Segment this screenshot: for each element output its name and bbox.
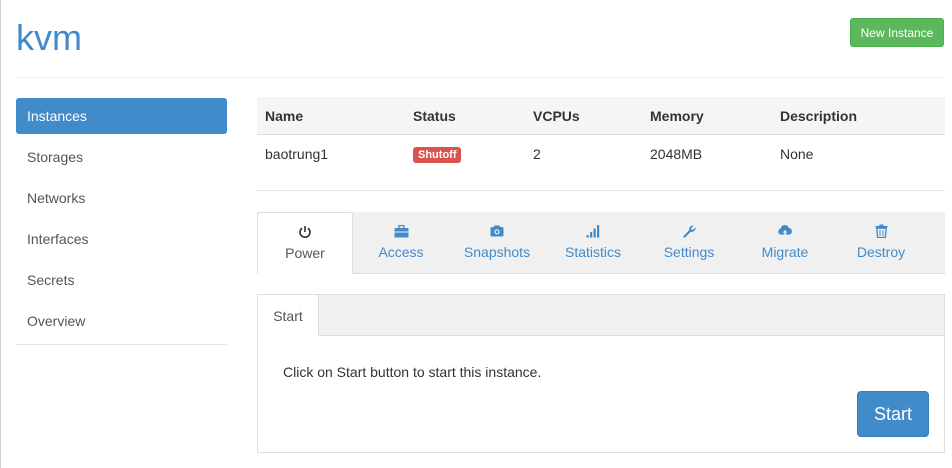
app-title: kvm — [16, 17, 82, 58]
tab-statistics-label: Statistics — [564, 244, 621, 260]
camera-icon — [488, 222, 506, 240]
sidebar-item-storages[interactable]: Storages — [16, 139, 227, 175]
tab-snapshots-label: Snapshots — [463, 244, 531, 260]
wrench-icon — [680, 222, 698, 240]
tab-snapshots[interactable]: Snapshots — [449, 212, 545, 273]
tab-migrate-label: Migrate — [761, 244, 809, 260]
tab-settings[interactable]: Settings — [641, 212, 737, 273]
instance-action-tabs: Power Access Snapshots Statistics Settin… — [257, 212, 945, 274]
instance-status-cell: Shutoff — [405, 135, 525, 174]
signal-icon — [584, 222, 602, 240]
sidebar-divider — [16, 344, 227, 345]
power-panel-tabs: Start — [258, 295, 944, 336]
status-badge: Shutoff — [413, 147, 462, 163]
tab-destroy-label: Destroy — [856, 244, 906, 260]
sidebar-item-instances[interactable]: Instances — [16, 98, 227, 134]
sidebar-item-overview[interactable]: Overview — [16, 303, 227, 339]
header-divider — [16, 77, 944, 78]
power-icon — [296, 223, 314, 241]
start-instructions: Click on Start button to start this inst… — [283, 364, 542, 380]
tab-settings-label: Settings — [663, 244, 715, 260]
instance-name: baotrung1 — [265, 146, 329, 162]
tab-start[interactable]: Start — [258, 295, 319, 336]
column-header-memory: Memory — [642, 97, 772, 135]
tab-statistics[interactable]: Statistics — [545, 212, 641, 273]
start-button[interactable]: Start — [857, 391, 929, 437]
instance-description: None — [780, 146, 814, 162]
tab-power-label: Power — [285, 245, 325, 261]
table-divider — [257, 190, 945, 191]
tab-destroy[interactable]: Destroy — [833, 212, 929, 273]
sidebar-item-networks[interactable]: Networks — [16, 180, 227, 216]
trash-icon — [872, 222, 890, 240]
column-header-status: Status — [405, 97, 525, 135]
instance-memory: 2048MB — [650, 146, 703, 162]
cloud-upload-icon — [776, 222, 794, 240]
column-header-vcpus: VCPUs — [525, 97, 642, 135]
table-row: baotrung1 Shutoff 2 2048MB None — [257, 135, 945, 174]
table-header-row: Name Status VCPUs Memory Description — [257, 97, 945, 135]
sidebar: Instances Storages Networks Interfaces S… — [16, 98, 227, 344]
column-header-name: Name — [257, 97, 405, 135]
briefcase-icon — [392, 222, 410, 240]
power-panel: Start Click on Start button to start thi… — [257, 294, 945, 453]
sidebar-item-secrets[interactable]: Secrets — [16, 262, 227, 298]
sidebar-item-interfaces[interactable]: Interfaces — [16, 221, 227, 257]
tab-access-label: Access — [378, 244, 424, 260]
column-header-description: Description — [772, 97, 945, 135]
tab-access[interactable]: Access — [353, 212, 449, 273]
tab-migrate[interactable]: Migrate — [737, 212, 833, 273]
instance-vcpus: 2 — [533, 146, 541, 162]
new-instance-button[interactable]: New Instance — [850, 18, 944, 47]
tab-power[interactable]: Power — [257, 212, 353, 274]
instances-table: Name Status VCPUs Memory Description bao… — [257, 97, 945, 173]
